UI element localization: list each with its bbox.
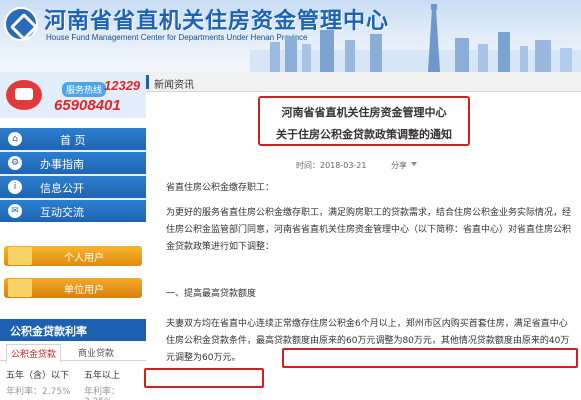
info-icon: i [8,180,22,194]
city-skyline-image [250,4,581,72]
tab-commercial-loan[interactable]: 商业贷款 [74,344,118,361]
left-sidebar: 服务热线 12329 65908401 ⌂ 首 页 ⚙ 办事指南 i 信息公开 … [0,72,146,400]
hotline-number-short: 12329 [104,78,141,93]
loan-rate-heading: 公积金贷款利率 [0,319,146,341]
chat-icon: ✉ [8,204,22,218]
building-icon [8,279,32,297]
article-paragraph-intro: 为更好的服务省直住房公积金缴存职工，满足购房职工的贷款需求，结合住房公积金业务实… [166,208,572,252]
person-icon [8,247,32,265]
nav-home-label: 首 页 [60,134,86,147]
gear-icon: ⚙ [8,156,22,170]
rate-value-long: 年利率：3.25% [84,387,121,400]
section-header: 新闻资讯 [146,72,581,92]
hotline-number-long: 65908401 [54,97,121,114]
service-hotline: 服务热线 12329 65908401 [0,72,146,118]
highlight-box [282,348,578,368]
article-title-box: 河南省省直机关住房资金管理中心 关于住房公积金贷款政策调整的通知 [258,96,470,146]
section-marker [146,75,149,89]
unit-user-label: 单位用户 [64,285,104,296]
article-title-line1: 河南省省直机关住房资金管理中心 [281,106,447,119]
main-content: 新闻资讯 河南省省直机关住房资金管理中心 关于住房公积金贷款政策调整的通知 时间… [144,72,581,400]
unit-user-button[interactable]: 单位用户 [4,278,142,298]
rate-term-long: 五年以上 [84,371,121,381]
site-header: 河南省省直机关住房资金管理中心 House Fund Management Ce… [0,0,581,72]
article-title-line2: 关于住房公积金贷款政策调整的通知 [276,128,452,141]
nav-info-public[interactable]: i 信息公开 [0,176,146,198]
personal-user-button[interactable]: 个人用户 [4,246,142,266]
home-icon: ⌂ [8,132,22,146]
chevron-down-icon[interactable] [411,162,417,166]
nav-guide-label: 办事指南 [40,158,84,171]
rate-term-short: 五年（含）以下 [6,371,70,381]
publish-time: 时间：2018-03-21 [296,161,367,170]
tab-fund-loan[interactable]: 公积金贷款 [6,344,62,363]
highlight-box [144,368,264,388]
nav-interaction-label: 互动交流 [40,206,84,219]
nav-interaction[interactable]: ✉ 互动交流 [0,200,146,222]
hotline-label: 服务热线 [62,82,107,97]
share-button[interactable]: 分享 [391,160,407,171]
article-salutation: 省直住房公积金缴存职工： [166,183,275,193]
loan-rate-title: 公积金贷款利率 [10,325,87,338]
nav-home[interactable]: ⌂ 首 页 [0,128,146,150]
personal-user-label: 个人用户 [64,253,104,264]
article-section-heading: 一、提高最高贷款额度 [166,289,257,299]
rate-tabs: 公积金贷款 商业贷款 [0,343,146,363]
nav-guide[interactable]: ⚙ 办事指南 [0,152,146,174]
phone-icon [6,80,42,110]
nav-info-label: 信息公开 [40,182,84,195]
rate-value-short: 年利率：2.75% [6,387,71,397]
emblem-logo[interactable] [4,7,38,41]
section-title[interactable]: 新闻资讯 [154,76,194,91]
